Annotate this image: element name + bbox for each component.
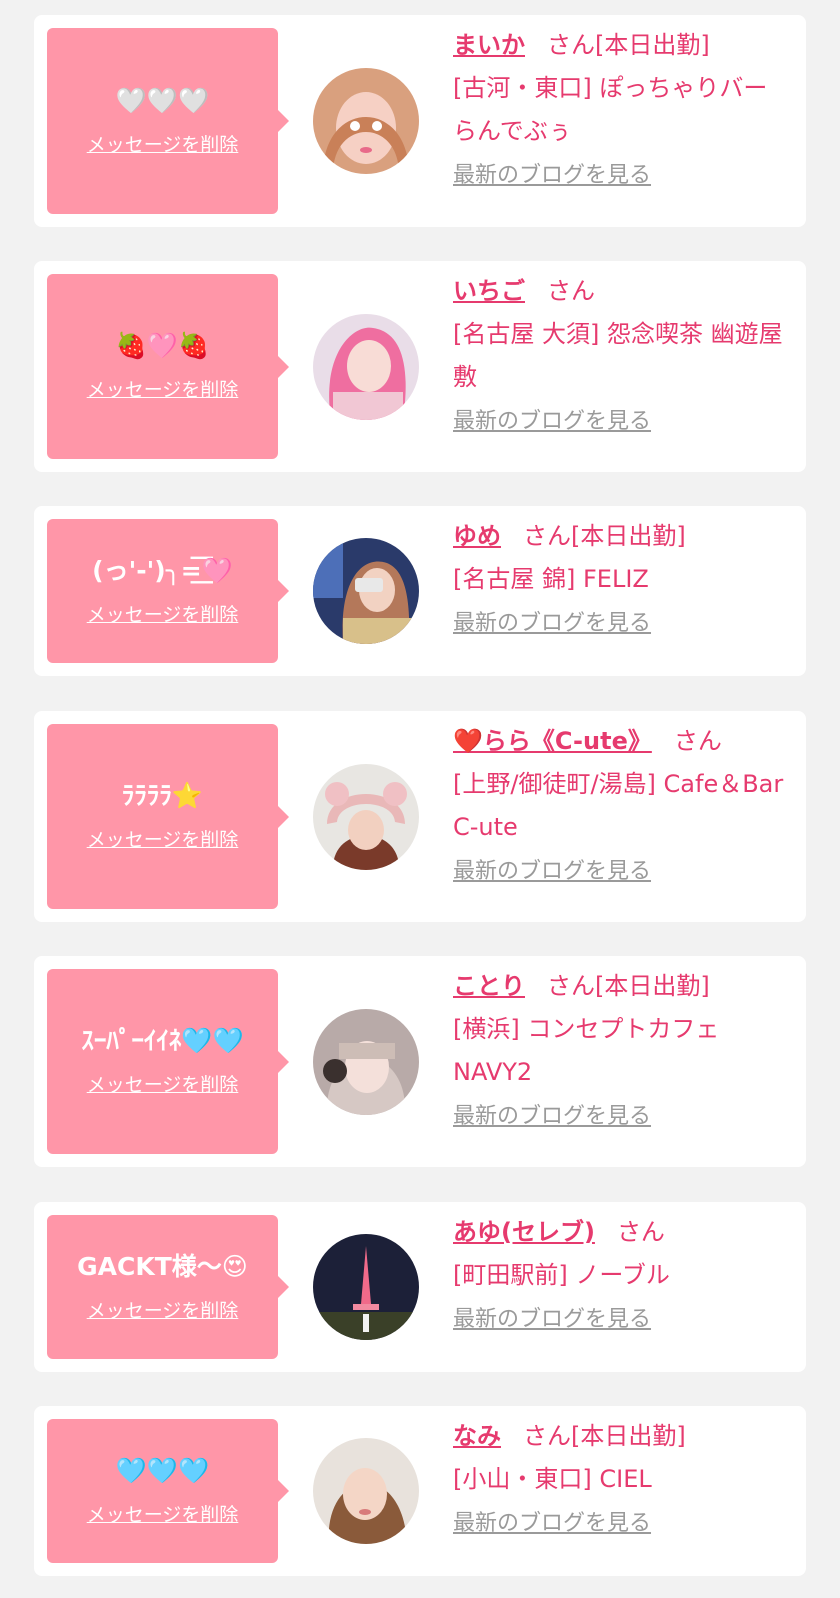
- cast-name-link[interactable]: ❤️らら《C-ute》: [453, 727, 652, 755]
- message-bubble: 🍓🩷🍓 メッセージを削除: [47, 274, 289, 459]
- avatar-photo-icon: [313, 314, 419, 420]
- message-text: ｽｰﾊﾟｰｲｲﾈ🩵🩵: [81, 1026, 244, 1055]
- name-suffix: さん: [547, 277, 595, 305]
- name-line: ことり さん[本日出勤]: [453, 964, 793, 1008]
- name-suffix: さん[本日出勤]: [547, 972, 710, 1000]
- latest-blog-link[interactable]: 最新のブログを見る: [453, 161, 651, 191]
- avatar-photo-icon: [313, 1234, 419, 1340]
- name-line: ゆめ さん[本日出勤]: [453, 514, 793, 558]
- name-suffix: さん: [616, 1218, 665, 1246]
- avatar[interactable]: [313, 68, 419, 174]
- name-line: あゆ(セレブ) さん: [453, 1210, 793, 1254]
- message-bubble: ｽｰﾊﾟｰｲｲﾈ🩵🩵 メッセージを削除: [47, 969, 289, 1154]
- shop-name: [横浜] コンセプトカフェ NAVY2: [453, 1015, 720, 1086]
- delete-message-link[interactable]: メッセージを削除: [87, 378, 239, 402]
- list-item: ｽｰﾊﾟｰｲｲﾈ🩵🩵 メッセージを削除 ことり さん[本日出勤] [横浜] コンセ…: [34, 956, 806, 1167]
- delete-message-link[interactable]: メッセージを削除: [87, 828, 239, 852]
- list-item: ﾗﾗﾗﾗ⭐ メッセージを削除 ❤️らら《C-ute》 さん [上野/御徒町/湯島]…: [34, 711, 806, 922]
- list-item: GACKT様〜😍 メッセージを削除 あゆ(セレブ) さん [町田駅前] ノーブル …: [34, 1202, 806, 1372]
- message-text: 🍓🩷🍓: [115, 331, 210, 360]
- cast-name-link[interactable]: あゆ(セレブ): [453, 1218, 595, 1246]
- name-suffix: さん: [673, 727, 722, 755]
- message-text: (っ'-')╮=͟͟͞͞🩷: [92, 555, 233, 585]
- message-text: 🩵🩵🩵: [115, 1455, 210, 1485]
- latest-blog-link[interactable]: 最新のブログを見る: [453, 609, 651, 639]
- message-bubble: 🤍🤍🤍 メッセージを削除: [47, 28, 289, 214]
- avatar[interactable]: [313, 1438, 419, 1544]
- message-bubble: (っ'-')╮=͟͟͞͞🩷 メッセージを削除: [47, 519, 289, 663]
- profile-info: なみ さん[本日出勤] [小山・東口] CIEL 最新のブログを見る: [453, 1414, 793, 1539]
- shop-name: [上野/御徒町/湯島] Cafe＆Bar C-ute: [453, 770, 784, 841]
- name-suffix: さん[本日出勤]: [523, 522, 686, 550]
- latest-blog-link[interactable]: 最新のブログを見る: [453, 1102, 651, 1132]
- avatar[interactable]: [313, 1234, 419, 1340]
- name-suffix: さん[本日出勤]: [547, 31, 710, 59]
- name-line: ❤️らら《C-ute》 さん: [453, 719, 793, 763]
- delete-message-link[interactable]: メッセージを削除: [87, 603, 239, 627]
- profile-info: まいか さん[本日出勤] [古河・東口] ぽっちゃりバー らんでぶぅ 最新のブログ…: [453, 23, 793, 191]
- message-bubble: ﾗﾗﾗﾗ⭐ メッセージを削除: [47, 724, 289, 909]
- name-suffix: さん[本日出勤]: [523, 1422, 686, 1450]
- profile-info: ことり さん[本日出勤] [横浜] コンセプトカフェ NAVY2 最新のブログを見…: [453, 964, 793, 1132]
- delete-message-link[interactable]: メッセージを削除: [87, 1503, 239, 1527]
- profile-info: ❤️らら《C-ute》 さん [上野/御徒町/湯島] Cafe＆Bar C-ute…: [453, 719, 793, 887]
- name-line: いちご さん: [453, 269, 793, 313]
- latest-blog-link[interactable]: 最新のブログを見る: [453, 407, 651, 437]
- latest-blog-link[interactable]: 最新のブログを見る: [453, 1305, 651, 1335]
- cast-name-link[interactable]: まいか: [453, 31, 525, 59]
- cast-name-link[interactable]: いちご: [453, 277, 525, 305]
- list-item: 🤍🤍🤍 メッセージを削除 まいか さん[本日出勤] [古河・東口] ぽっちゃりバー…: [34, 15, 806, 227]
- list-item: 🍓🩷🍓 メッセージを削除 いちご さん [名古屋 大須] 怨念喫茶 幽遊屋敷 最新…: [34, 261, 806, 472]
- profile-info: いちご さん [名古屋 大須] 怨念喫茶 幽遊屋敷 最新のブログを見る: [453, 269, 793, 437]
- avatar[interactable]: [313, 764, 419, 870]
- avatar-photo-icon: [313, 1438, 419, 1544]
- shop-name: [名古屋 錦] FELIZ: [453, 565, 649, 593]
- cast-name-link[interactable]: なみ: [453, 1422, 501, 1450]
- delete-message-link[interactable]: メッセージを削除: [87, 1299, 239, 1323]
- name-line: なみ さん[本日出勤]: [453, 1414, 793, 1458]
- message-text: 🤍🤍🤍: [115, 85, 210, 115]
- delete-message-link[interactable]: メッセージを削除: [87, 133, 239, 157]
- delete-message-link[interactable]: メッセージを削除: [87, 1073, 239, 1097]
- message-text: GACKT様〜😍: [77, 1251, 248, 1281]
- list-item: 🩵🩵🩵 メッセージを削除 なみ さん[本日出勤] [小山・東口] CIEL 最新の…: [34, 1406, 806, 1576]
- avatar[interactable]: [313, 1009, 419, 1115]
- shop-name: [小山・東口] CIEL: [453, 1465, 652, 1493]
- message-text: ﾗﾗﾗﾗ⭐: [121, 781, 204, 810]
- shop-name: [町田駅前] ノーブル: [453, 1261, 670, 1289]
- profile-info: あゆ(セレブ) さん [町田駅前] ノーブル 最新のブログを見る: [453, 1210, 793, 1335]
- avatar-photo-icon: [313, 538, 419, 644]
- message-bubble: 🩵🩵🩵 メッセージを削除: [47, 1419, 289, 1563]
- cast-name-link[interactable]: ことり: [453, 972, 525, 1000]
- avatar[interactable]: [313, 314, 419, 420]
- message-bubble: GACKT様〜😍 メッセージを削除: [47, 1215, 289, 1359]
- latest-blog-link[interactable]: 最新のブログを見る: [453, 1509, 651, 1539]
- avatar-photo-icon: [313, 68, 419, 174]
- avatar-photo-icon: [313, 764, 419, 870]
- profile-info: ゆめ さん[本日出勤] [名古屋 錦] FELIZ 最新のブログを見る: [453, 514, 793, 639]
- avatar-photo-icon: [313, 1009, 419, 1115]
- list-item: (っ'-')╮=͟͟͞͞🩷 メッセージを削除 ゆめ さん[本日出勤] [名古屋 錦…: [34, 506, 806, 676]
- shop-name: [名古屋 大須] 怨念喫茶 幽遊屋敷: [453, 320, 783, 391]
- cast-name-link[interactable]: ゆめ: [453, 522, 501, 550]
- avatar[interactable]: [313, 538, 419, 644]
- latest-blog-link[interactable]: 最新のブログを見る: [453, 857, 651, 887]
- favorite-list: 🤍🤍🤍 メッセージを削除 まいか さん[本日出勤] [古河・東口] ぽっちゃりバー…: [0, 0, 840, 1598]
- shop-name: [古河・東口] ぽっちゃりバー らんでぶぅ: [453, 74, 768, 145]
- name-line: まいか さん[本日出勤]: [453, 23, 793, 67]
